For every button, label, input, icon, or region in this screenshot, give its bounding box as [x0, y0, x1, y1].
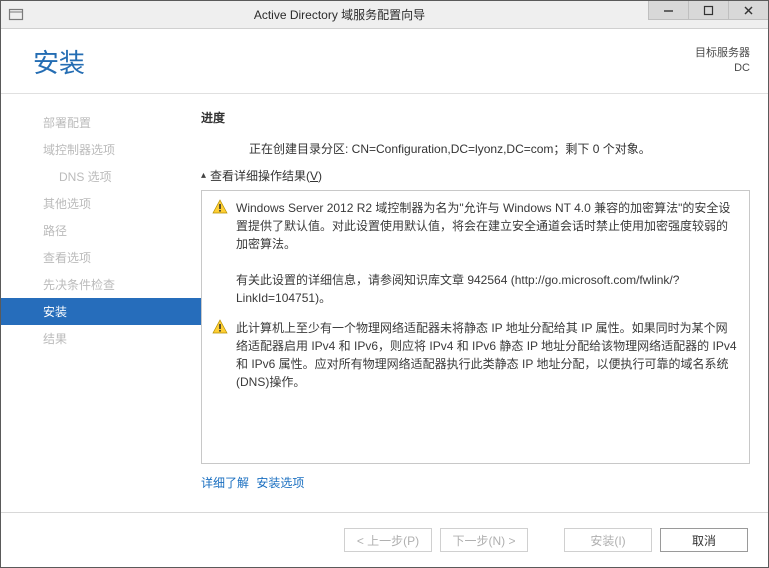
- result-item: 此计算机上至少有一个物理网络适配器未将静态 IP 地址分配给其 IP 属性。如果…: [212, 319, 739, 391]
- results-box: Windows Server 2012 R2 域控制器为名为"允许与 Windo…: [201, 190, 750, 464]
- sidebar: 部署配置 域控制器选项 DNS 选项 其他选项 路径 查看选项 先决条件检查 安…: [1, 94, 201, 512]
- expander-label: 查看详细操作结果(V): [210, 167, 322, 184]
- chevron-up-icon: ▴: [201, 170, 206, 181]
- sidebar-item-install[interactable]: 安装: [1, 298, 201, 325]
- sidebar-item-label: 安装: [43, 305, 67, 319]
- target-server-name: DC: [695, 61, 750, 76]
- minimize-button[interactable]: [648, 1, 688, 20]
- main-panel: 进度 正在创建目录分区: CN=Configuration,DC=lyonz,D…: [201, 94, 768, 512]
- sidebar-item-label: 部署配置: [43, 116, 91, 130]
- sidebar-item-label: 路径: [43, 224, 67, 238]
- warning-icon: [212, 319, 228, 335]
- title-bar: Active Directory 域服务配置向导: [1, 1, 768, 29]
- page-title: 安装: [33, 43, 695, 80]
- sidebar-item-label: 其他选项: [43, 197, 91, 211]
- sidebar-item-label: 先决条件检查: [43, 278, 115, 292]
- result-text: Windows Server 2012 R2 域控制器为名为"允许与 Windo…: [236, 199, 739, 307]
- sidebar-item-prereq[interactable]: 先决条件检查: [1, 271, 201, 298]
- sidebar-item-review[interactable]: 查看选项: [1, 244, 201, 271]
- sidebar-item-paths[interactable]: 路径: [1, 217, 201, 244]
- target-server-label: 目标服务器: [695, 46, 750, 61]
- system-icon: [1, 1, 31, 28]
- sidebar-item-label: DNS 选项: [59, 170, 112, 184]
- maximize-button[interactable]: [688, 1, 728, 20]
- section-title: 进度: [201, 109, 750, 126]
- prev-button: < 上一步(P): [344, 528, 432, 552]
- sidebar-item-deploy-config[interactable]: 部署配置: [1, 109, 201, 136]
- sidebar-item-label: 域控制器选项: [43, 143, 115, 157]
- header-strip: 安装 目标服务器 DC: [1, 29, 768, 94]
- sidebar-item-dns-options[interactable]: DNS 选项: [1, 163, 201, 190]
- footer: < 上一步(P) 下一步(N) > 安装(I) 取消: [1, 512, 768, 567]
- sidebar-item-label: 查看选项: [43, 251, 91, 265]
- result-text: 此计算机上至少有一个物理网络适配器未将静态 IP 地址分配给其 IP 属性。如果…: [236, 319, 739, 391]
- body: 部署配置 域控制器选项 DNS 选项 其他选项 路径 查看选项 先决条件检查 安…: [1, 94, 768, 512]
- learn-more-link[interactable]: 详细了解: [201, 476, 249, 490]
- expand-results-toggle[interactable]: ▴ 查看详细操作结果(V): [201, 167, 750, 184]
- sidebar-item-results[interactable]: 结果: [1, 325, 201, 352]
- wizard-window: Active Directory 域服务配置向导 安装 目标服务器 DC 部署配…: [0, 0, 769, 568]
- cancel-button[interactable]: 取消: [660, 528, 748, 552]
- window-title: Active Directory 域服务配置向导: [31, 1, 648, 28]
- install-button: 安装(I): [564, 528, 652, 552]
- close-button[interactable]: [728, 1, 768, 20]
- window-buttons: [648, 1, 768, 28]
- next-button: 下一步(N) >: [440, 528, 528, 552]
- install-options-link[interactable]: 安装选项: [256, 476, 304, 490]
- target-server: 目标服务器 DC: [695, 46, 750, 76]
- more-info-row: 详细了解 安装选项: [201, 474, 750, 491]
- progress-text: 正在创建目录分区: CN=Configuration,DC=lyonz,DC=c…: [249, 140, 750, 157]
- sidebar-item-label: 结果: [43, 332, 67, 346]
- warning-icon: [212, 199, 228, 215]
- sidebar-item-additional[interactable]: 其他选项: [1, 190, 201, 217]
- result-item: Windows Server 2012 R2 域控制器为名为"允许与 Windo…: [212, 199, 739, 307]
- sidebar-item-dc-options[interactable]: 域控制器选项: [1, 136, 201, 163]
